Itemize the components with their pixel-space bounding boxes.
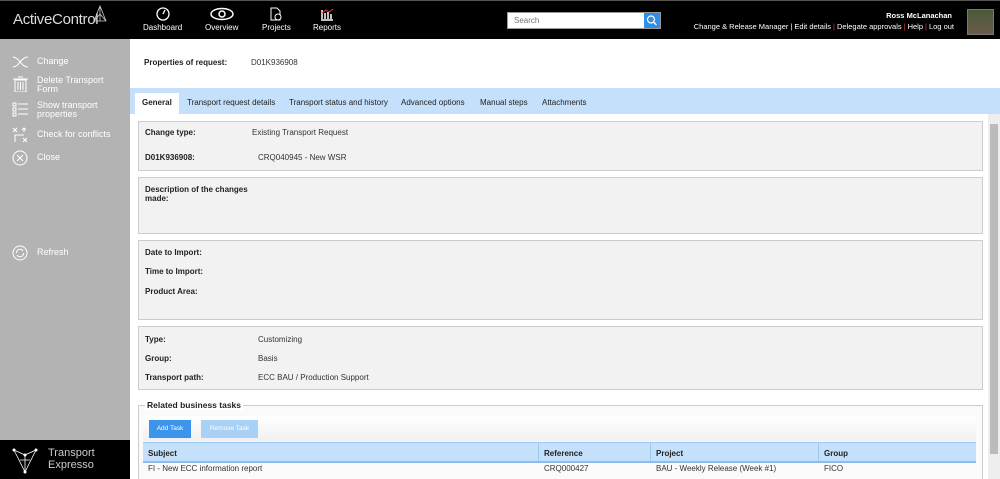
delegate-approvals-link[interactable]: Delegate approvals xyxy=(837,22,902,31)
table-header: Subject Reference Project Group xyxy=(143,442,976,463)
sidebar-label: Check for conflicts xyxy=(37,129,111,139)
section-legend: Related business tasks xyxy=(145,400,244,410)
cell-project: BAU - Weekly Release (Week #1) xyxy=(656,464,777,473)
sidebar-label: Close xyxy=(37,152,61,162)
search-button[interactable] xyxy=(644,13,660,28)
import-panel: Date to Import: Time to Import: Product … xyxy=(138,240,983,320)
tab-attachments[interactable]: Attachments xyxy=(535,93,593,114)
brand-line: Expresso xyxy=(48,459,94,471)
cell-subject: FI - New ECC information report xyxy=(148,464,263,473)
transport-expresso-brand: Transport Expresso xyxy=(0,440,130,479)
tasks-table: Subject Reference Project Group FI - New… xyxy=(143,442,976,475)
logout-link[interactable]: Log out xyxy=(929,22,954,31)
nav-label: Reports xyxy=(313,23,342,32)
cell-reference: CRQ000427 xyxy=(544,464,589,473)
reports-icon xyxy=(321,8,334,21)
field-label: Transport path: xyxy=(145,373,204,382)
brand-line: Transport xyxy=(48,447,95,459)
sidebar-delete-transport-form[interactable]: Delete Transport Form xyxy=(12,76,112,94)
main-area: Properties of request: D01K936908 Genera… xyxy=(130,39,1000,479)
transport-expresso-logo xyxy=(12,448,38,474)
projects-icon xyxy=(270,7,282,21)
field-label: Group: xyxy=(145,354,172,363)
user-menu: Ross McLanachan Change & Release Manager… xyxy=(693,11,954,31)
help-link[interactable]: Help xyxy=(908,22,923,31)
field-label: Change type: xyxy=(145,128,196,137)
column-header[interactable]: Reference xyxy=(538,443,583,461)
properties-label: Properties of request: xyxy=(144,58,228,67)
tab-advanced-options[interactable]: Advanced options xyxy=(394,93,472,114)
nav-label: Dashboard xyxy=(143,23,183,32)
column-header[interactable]: Project xyxy=(650,443,683,461)
sidebar-change[interactable]: Change xyxy=(12,54,69,70)
scrollbar-thumb[interactable] xyxy=(990,124,998,454)
edit-details-link[interactable]: Edit details xyxy=(794,22,831,31)
field-label: Time to Import: xyxy=(145,267,204,276)
sidebar-label: Change xyxy=(37,56,69,66)
group-value: Basis xyxy=(258,354,278,363)
nav-projects[interactable]: Projects xyxy=(262,7,291,32)
sidebar-label: Refresh xyxy=(37,247,69,257)
type-value: Customizing xyxy=(258,335,303,344)
search-icon xyxy=(646,15,657,26)
field-label: Description of the changes made: xyxy=(145,185,248,203)
related-tasks-section: Related business tasks Add Task Remove T… xyxy=(138,400,983,479)
vertical-scrollbar[interactable] xyxy=(988,114,1000,479)
type-panel: Type: Customizing Group: Basis Transport… xyxy=(138,326,983,390)
column-header[interactable]: Group xyxy=(818,443,848,461)
checklist-icon xyxy=(12,102,28,117)
tab-transport-request-details[interactable]: Transport request details xyxy=(180,93,282,114)
search-box xyxy=(507,12,661,29)
request-id: D01K936908 xyxy=(251,58,298,67)
transport-path-value: ECC BAU / Production Support xyxy=(258,373,369,382)
description-panel: Description of the changes made: xyxy=(138,177,983,234)
conflicts-icon xyxy=(12,127,28,143)
avatar[interactable] xyxy=(967,9,994,35)
user-name: Ross McLanachan xyxy=(886,11,952,20)
tab-transport-status-history[interactable]: Transport status and history xyxy=(282,93,395,114)
field-label: Product Area: xyxy=(145,287,198,296)
field-label: Date to Import: xyxy=(145,248,202,257)
sidebar-label: Show transport properties xyxy=(37,100,98,119)
trash-icon xyxy=(13,76,28,92)
cell-group: FICO xyxy=(824,464,844,473)
change-panel: Change type: Existing Transport Request … xyxy=(138,121,983,171)
dashboard-icon xyxy=(155,7,170,21)
field-label: D01K936908: xyxy=(145,153,195,162)
nav-overview[interactable]: Overview xyxy=(205,7,238,32)
request-value: CRQ040945 - New WSR xyxy=(258,153,347,162)
tab-manual-steps[interactable]: Manual steps xyxy=(473,93,535,114)
tab-general[interactable]: General xyxy=(135,93,179,114)
change-type-value: Existing Transport Request xyxy=(252,128,349,137)
nav-label: Projects xyxy=(262,23,291,32)
close-icon xyxy=(12,150,28,166)
sidebar-refresh[interactable]: Refresh xyxy=(12,245,69,261)
field-label: Type: xyxy=(145,335,166,344)
search-input[interactable] xyxy=(508,13,645,28)
refresh-icon xyxy=(12,245,28,261)
sidebar-close[interactable]: Close xyxy=(12,150,60,166)
top-header: ActiveControl Dashboard Overview Project… xyxy=(0,0,1000,39)
remove-task-button[interactable]: Remove Task xyxy=(201,420,258,438)
nav-dashboard[interactable]: Dashboard xyxy=(143,7,182,32)
tasks-toolbar: Add Task Remove Task xyxy=(143,416,976,441)
sidebar: Change Delete Transport Form Show transp… xyxy=(0,39,130,440)
general-content: Change type: Existing Transport Request … xyxy=(130,114,988,479)
activecontrol-logo[interactable]: ActiveControl xyxy=(13,5,107,28)
add-task-button[interactable]: Add Task xyxy=(149,420,191,438)
sidebar-label: Delete Transport Form xyxy=(37,75,104,94)
column-header[interactable]: Subject xyxy=(143,443,177,461)
table-row[interactable]: FI - New ECC information report CRQ00042… xyxy=(143,463,976,475)
nav-reports[interactable]: Reports xyxy=(313,7,341,32)
nav-label: Overview xyxy=(205,23,239,32)
shuffle-icon xyxy=(12,56,29,68)
role-link[interactable]: Change & Release Manager xyxy=(694,22,789,31)
logo-text: ActiveControl xyxy=(13,11,99,28)
sidebar-show-transport-properties[interactable]: Show transport properties xyxy=(12,101,112,119)
tab-bar: General Transport request details Transp… xyxy=(130,88,1000,114)
eye-icon xyxy=(209,7,234,21)
sidebar-check-conflicts[interactable]: Check for conflicts xyxy=(12,127,111,143)
